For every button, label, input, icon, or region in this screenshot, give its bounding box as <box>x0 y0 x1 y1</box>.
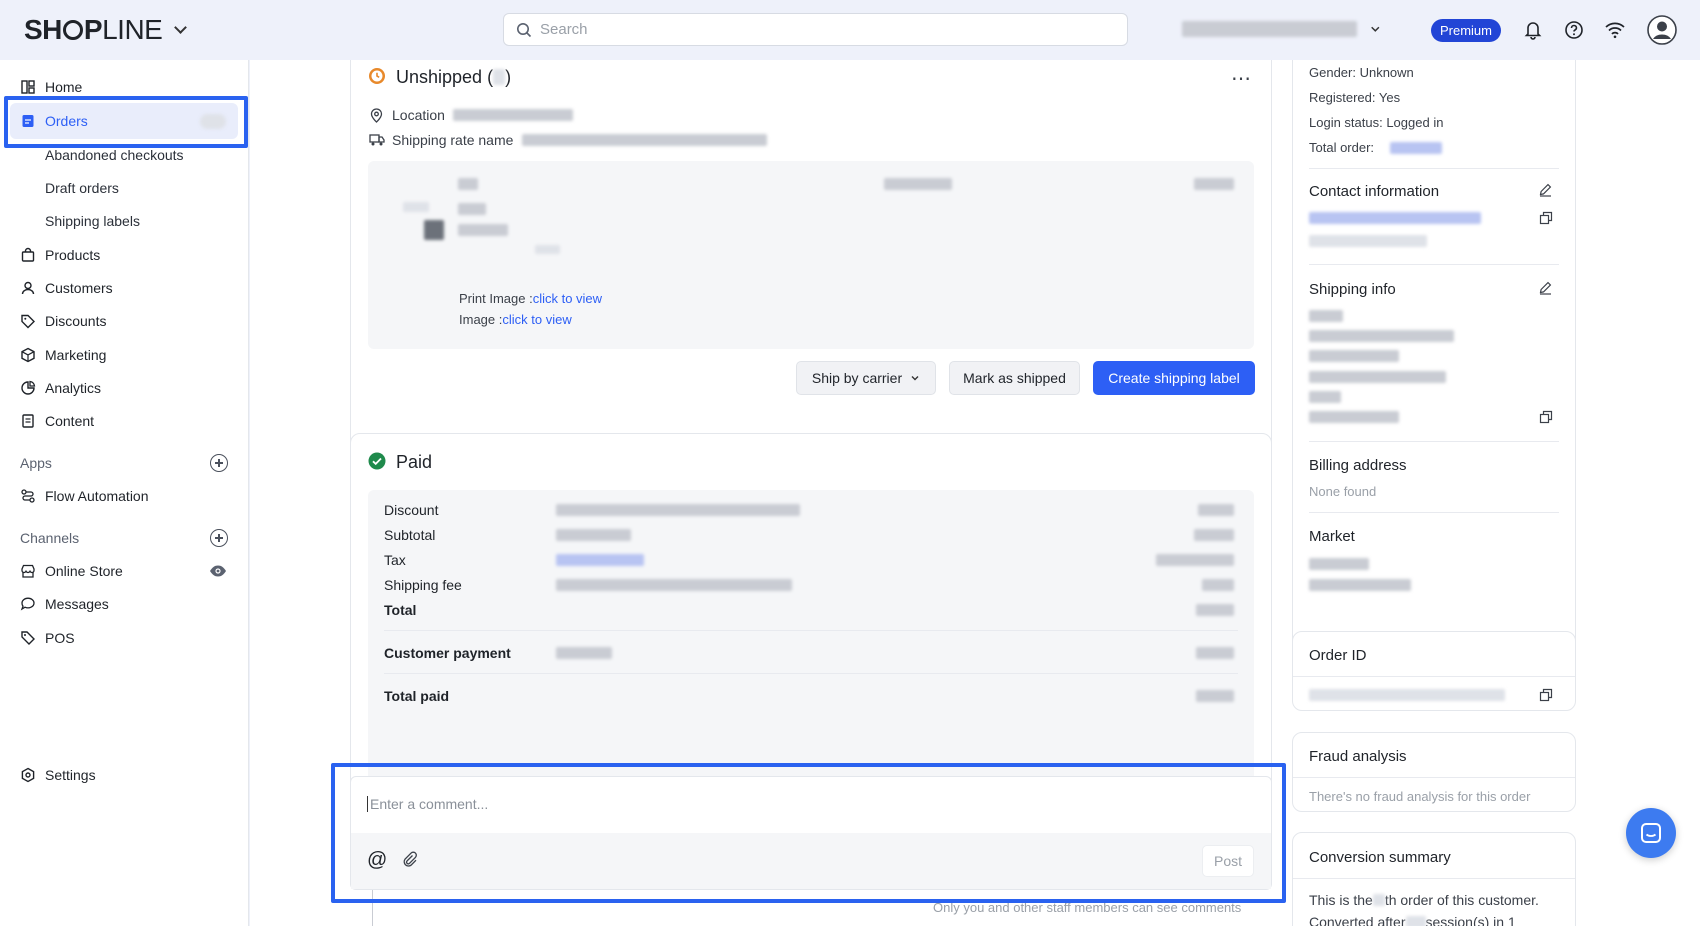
edit-icon[interactable] <box>1538 280 1553 295</box>
paid-title: Paid <box>396 452 433 472</box>
image-link[interactable]: click to view <box>502 312 571 327</box>
create-shipping-label-button[interactable]: Create shipping label <box>1093 361 1255 395</box>
mention-icon[interactable]: @ <box>367 849 387 872</box>
conversion-summary-card <box>1292 832 1576 926</box>
sidebar-item-marketing[interactable]: Marketing <box>0 340 249 370</box>
print-image-row: Print Image :click to view <box>459 291 603 306</box>
conversion-order-line: This is the th order of this customer. <box>1309 892 1539 908</box>
sidebar-item-home[interactable]: Home <box>0 72 249 102</box>
print-image-link[interactable]: click to view <box>533 291 602 306</box>
comment-input[interactable]: Enter a comment... <box>367 796 488 812</box>
store-icon <box>21 564 35 578</box>
add-channel-icon[interactable] <box>210 529 228 547</box>
eye-icon[interactable] <box>209 563 227 579</box>
post-button[interactable]: Post <box>1202 845 1254 877</box>
more-options-icon[interactable]: ⋯ <box>1231 66 1252 91</box>
bell-icon[interactable] <box>1520 17 1546 43</box>
product-thumbnail[interactable] <box>424 220 444 240</box>
cube-icon <box>21 347 35 363</box>
sidebar-item-abandoned-checkouts[interactable]: Abandoned checkouts <box>0 140 249 170</box>
store-selector[interactable] <box>1182 18 1382 40</box>
sidebar-item-customers[interactable]: Customers <box>0 273 249 303</box>
apps-section-label: Apps <box>20 455 52 471</box>
chevron-down-icon <box>1371 26 1380 32</box>
plan-badge: Premium <box>1431 19 1501 42</box>
attachment-icon[interactable] <box>402 851 418 867</box>
sidebar-item-online-store[interactable]: Online Store <box>0 556 249 586</box>
sidebar-item-settings[interactable]: Settings <box>0 760 249 790</box>
document-icon <box>22 414 34 428</box>
home-icon <box>21 80 35 94</box>
store-name-redacted <box>1182 21 1358 37</box>
copy-icon[interactable] <box>1539 410 1553 424</box>
main-content: Unshipped () ⋯ Location Shipping rate na… <box>250 60 1700 926</box>
orders-count-badge <box>200 114 226 129</box>
chevron-down-icon[interactable] <box>174 20 188 34</box>
sidebar-item-analytics[interactable]: Analytics <box>0 373 249 403</box>
flow-icon <box>21 489 35 503</box>
sidebar-item-shipping-labels[interactable]: Shipping labels <box>0 206 249 236</box>
person-icon <box>21 281 35 295</box>
sidebar-item-orders[interactable]: Orders <box>0 106 249 136</box>
edit-icon[interactable] <box>1538 182 1553 197</box>
comment-visibility-note: Only you and other staff members can see… <box>933 900 1242 915</box>
gear-icon <box>21 767 35 783</box>
sidebar-item-draft-orders[interactable]: Draft orders <box>0 173 249 203</box>
location-pin-icon <box>370 108 383 123</box>
sidebar-item-messages[interactable]: Messages <box>0 589 249 619</box>
sidebar-item-products[interactable]: Products <box>0 240 249 270</box>
chevron-down-icon <box>911 376 919 381</box>
timeline-line <box>372 890 373 926</box>
comment-toolbar <box>351 833 1271 889</box>
chat-support-button[interactable] <box>1626 808 1676 858</box>
orders-icon <box>22 115 34 127</box>
unshipped-title: Unshipped () <box>396 67 512 87</box>
search-icon <box>517 22 532 37</box>
pos-icon <box>21 631 35 645</box>
sidebar-item-content[interactable]: Content <box>0 406 249 436</box>
tag-icon <box>21 314 35 329</box>
clock-icon <box>369 68 385 84</box>
sidebar-item-discounts[interactable]: Discounts <box>0 306 249 336</box>
chart-icon <box>21 380 36 395</box>
logo-o-mark <box>62 20 83 40</box>
sidebar-item-flow-automation[interactable]: Flow Automation <box>0 481 249 511</box>
add-app-icon[interactable] <box>210 454 228 472</box>
help-icon[interactable] <box>1561 17 1587 43</box>
copy-icon[interactable] <box>1539 211 1553 225</box>
ship-by-carrier-button[interactable]: Ship by carrier <box>796 361 936 395</box>
shopline-logo[interactable]: SH P LINE <box>24 14 188 46</box>
conversion-session-line: Converted after session(s) in 1 <box>1309 914 1516 926</box>
user-avatar-icon[interactable] <box>1647 15 1677 45</box>
top-bar: SH P LINE Search Premium <box>0 0 1700 60</box>
bag-icon <box>21 247 35 262</box>
chat-icon <box>1641 823 1661 843</box>
image-row: Image :click to view <box>459 312 572 327</box>
check-circle-icon <box>368 452 386 470</box>
channels-section-label: Channels <box>20 530 80 546</box>
message-icon <box>20 597 35 611</box>
truck-icon <box>369 134 385 146</box>
search-input[interactable]: Search <box>503 13 1128 46</box>
payment-summary-panel <box>368 490 1254 785</box>
wifi-icon[interactable] <box>1602 17 1628 43</box>
sidebar-item-pos[interactable]: POS <box>0 623 249 653</box>
mark-as-shipped-button[interactable]: Mark as shipped <box>949 361 1080 395</box>
copy-icon[interactable] <box>1539 688 1553 702</box>
